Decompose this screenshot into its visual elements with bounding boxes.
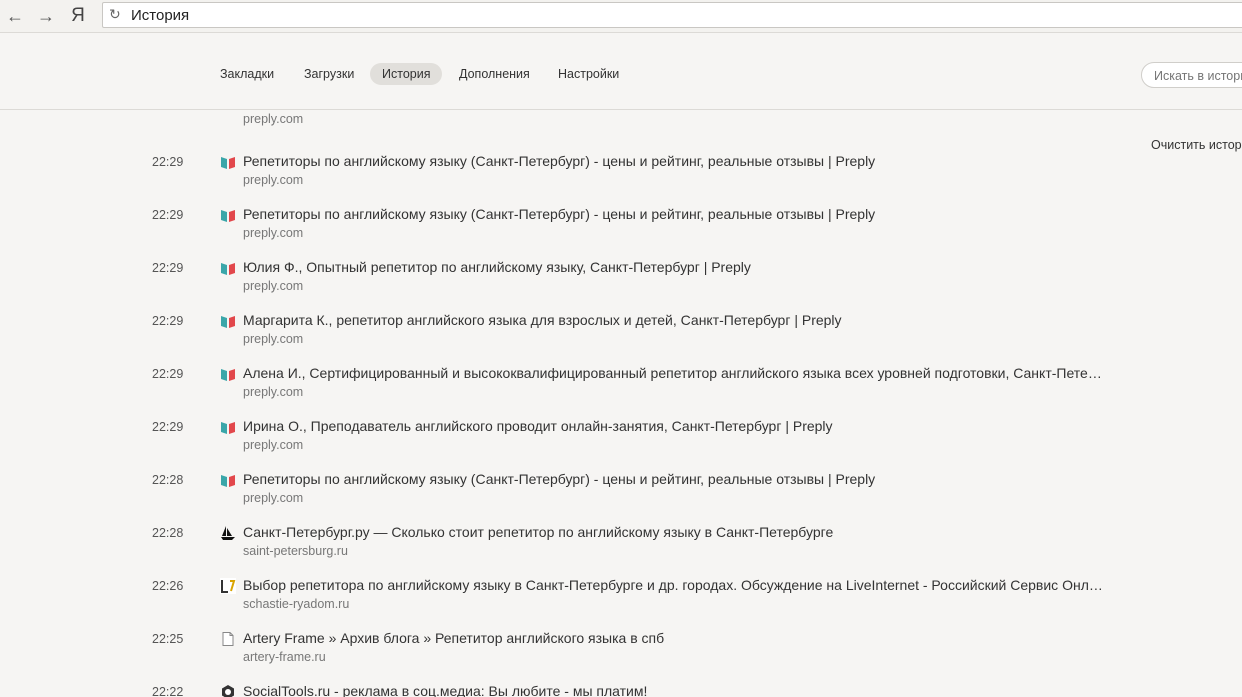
settings-tabs-bar: Закладки Загрузки История Дополнения Нас…	[0, 33, 1242, 110]
history-item[interactable]: 22:29 Ирина О., Преподаватель английского…	[0, 410, 1120, 463]
tab-extensions[interactable]: Дополнения	[447, 63, 542, 85]
history-item-title[interactable]: Репетиторы по английскому языку (Санкт-П…	[243, 471, 1103, 487]
history-item-time: 22:28	[152, 473, 184, 487]
history-item-domain[interactable]: preply.com	[243, 332, 303, 346]
history-item-title[interactable]: Санкт-Петербург.ру — Сколько стоит репет…	[243, 524, 1103, 540]
history-item-time: 22:22	[152, 685, 184, 697]
hexagon-icon	[220, 684, 236, 697]
ship-icon	[220, 525, 236, 541]
arrow-right-icon[interactable]: →	[34, 4, 58, 28]
history-item-title[interactable]: Алена И., Сертифицированный и высококвал…	[243, 365, 1103, 381]
history-item-domain[interactable]: preply.com	[243, 385, 303, 399]
clear-history-link[interactable]: Очистить историю	[1151, 138, 1242, 152]
history-item-title[interactable]: Ирина О., Преподаватель английского пров…	[243, 418, 1103, 434]
page-icon	[220, 631, 236, 647]
history-item-time: 22:29	[152, 314, 184, 328]
history-item[interactable]: 22:29 Алена И., Сертифицированный и высок…	[0, 357, 1120, 410]
address-bar[interactable]: ↻ История	[102, 2, 1242, 28]
history-item-domain[interactable]: schastie-ryadom.ru	[243, 597, 349, 611]
history-item[interactable]: 22:22 SocialTools.ru - реклама в соц.меди…	[0, 675, 1120, 697]
history-item[interactable]: 22:29 Репетиторы по английскому языку (Са…	[0, 145, 1120, 198]
history-item-time: 22:29	[152, 155, 184, 169]
browser-logo[interactable]: Я	[66, 4, 90, 28]
history-item-time: 22:28	[152, 526, 184, 540]
tab-history[interactable]: История	[370, 63, 443, 85]
preply-icon	[220, 154, 236, 170]
preply-icon	[220, 366, 236, 382]
history-item[interactable]: 22:29 Юлия Ф., Опытный репетитор по англи…	[0, 251, 1120, 304]
history-item-domain: preply.com	[243, 112, 304, 126]
history-item-domain[interactable]: preply.com	[243, 173, 303, 187]
history-item-title[interactable]: Artery Frame » Архив блога » Репетитор а…	[243, 630, 1103, 646]
preply-icon	[220, 207, 236, 223]
history-item-time: 22:25	[152, 632, 184, 646]
liveinternet-icon	[220, 578, 236, 594]
history-item[interactable]: 22:26 Выбор репетитора по английскому язы…	[0, 569, 1120, 622]
tab-bookmarks[interactable]: Закладки	[208, 63, 286, 85]
history-item-domain[interactable]: preply.com	[243, 226, 303, 240]
preply-icon	[220, 419, 236, 435]
history-item[interactable]: 22:28 Санкт-Петербург.ру — Сколько стоит …	[0, 516, 1120, 569]
history-item-title[interactable]: Выбор репетитора по английскому языку в …	[243, 577, 1103, 593]
history-item-title[interactable]: Маргарита К., репетитор английского язык…	[243, 312, 1103, 328]
history-item-title[interactable]: SocialTools.ru - реклама в соц.медиа: Вы…	[243, 683, 1103, 697]
reload-icon[interactable]: ↻	[109, 6, 121, 23]
history-item-title[interactable]: Репетиторы по английскому языку (Санкт-П…	[243, 206, 1103, 222]
preply-icon	[220, 260, 236, 276]
history-item[interactable]: 22:28 Репетиторы по английскому языку (Са…	[0, 463, 1120, 516]
address-text[interactable]: История	[131, 7, 189, 24]
history-item[interactable]: 22:25 Artery Frame » Архив блога » Репети…	[0, 622, 1120, 675]
history-item-domain[interactable]: preply.com	[243, 438, 303, 452]
history-item-time: 22:29	[152, 208, 184, 222]
history-list: preply.com 22:29 Репетиторы по английском…	[0, 110, 1120, 697]
history-item-title[interactable]: Репетиторы по английскому языку (Санкт-П…	[243, 153, 1103, 169]
history-search-input[interactable]	[1152, 63, 1242, 89]
preply-icon	[220, 313, 236, 329]
history-item-time: 22:29	[152, 367, 184, 381]
history-search[interactable]	[1141, 62, 1242, 89]
history-item[interactable]: 22:29 Репетиторы по английскому языку (Са…	[0, 198, 1120, 251]
history-item[interactable]: 22:29 Маргарита К., репетитор английского…	[0, 304, 1120, 357]
browser-toolbar: ← → Я ↻ История	[0, 0, 1242, 33]
history-item-domain[interactable]: preply.com	[243, 279, 303, 293]
tab-settings[interactable]: Настройки	[546, 63, 631, 85]
history-item-domain[interactable]: preply.com	[243, 491, 303, 505]
history-item-time: 22:29	[152, 420, 184, 434]
history-item-time: 22:29	[152, 261, 184, 275]
tab-downloads[interactable]: Загрузки	[292, 63, 366, 85]
history-item-time: 22:26	[152, 579, 184, 593]
history-item-title[interactable]: Юлия Ф., Опытный репетитор по английском…	[243, 259, 1103, 275]
history-item-domain[interactable]: artery-frame.ru	[243, 650, 326, 664]
preply-icon	[220, 472, 236, 488]
arrow-left-icon[interactable]: ←	[3, 4, 27, 28]
history-item-domain[interactable]: saint-petersburg.ru	[243, 544, 348, 558]
